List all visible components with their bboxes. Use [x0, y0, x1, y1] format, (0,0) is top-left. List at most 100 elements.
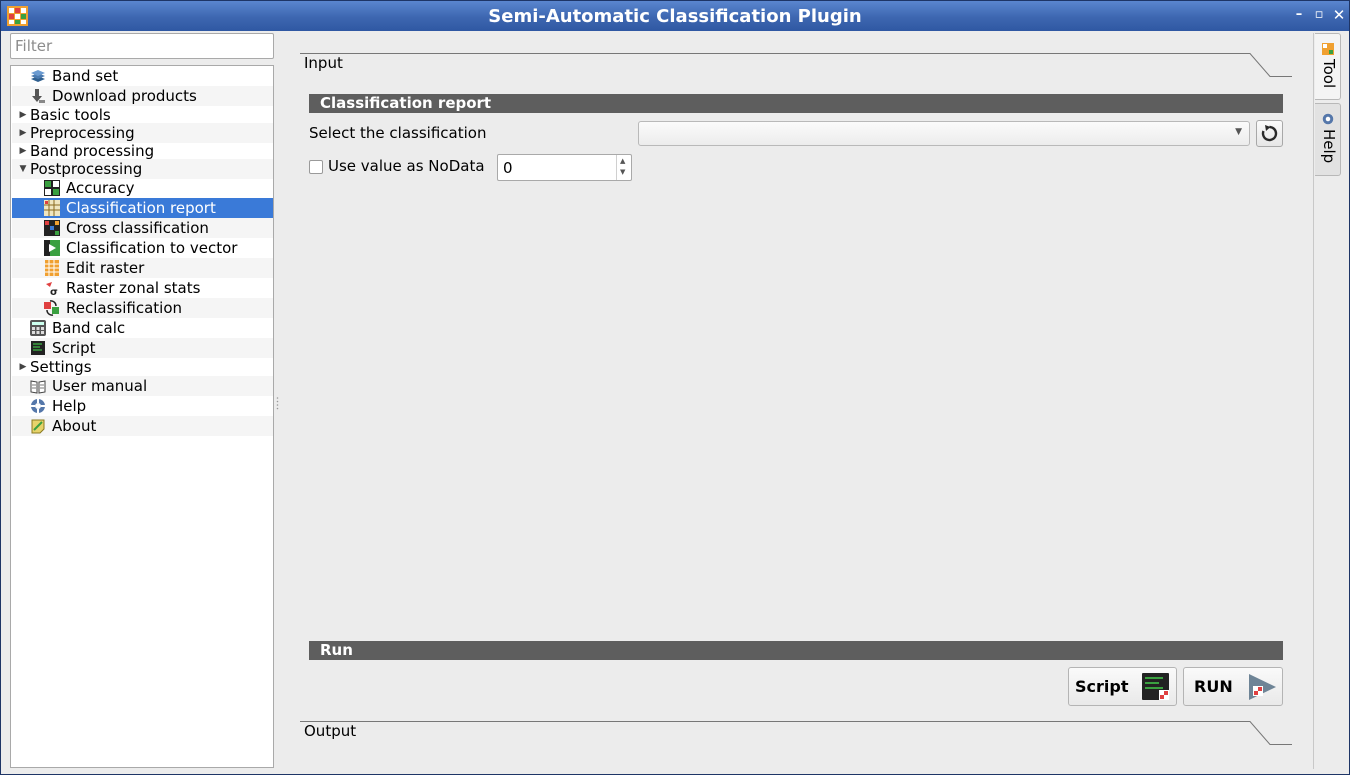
- input-group-label: Input: [304, 54, 343, 72]
- tree-group-settings[interactable]: ▶ Settings: [12, 357, 273, 377]
- tab-tool[interactable]: Tool: [1315, 33, 1341, 100]
- group-frame-line: [300, 53, 1292, 77]
- tree-item-label: Accuracy: [66, 179, 135, 197]
- output-group-label: Output: [304, 722, 357, 740]
- tree-group-basic-tools[interactable]: ▶ Basic tools: [12, 105, 273, 125]
- about-icon: [31, 419, 45, 434]
- svg-text:σ: σ: [50, 287, 58, 296]
- main-window: Semi-Automatic Classification Plugin – ▫…: [0, 0, 1350, 775]
- spin-down-icon[interactable]: ▼: [620, 168, 625, 176]
- select-classification-label: Select the classification: [309, 124, 487, 142]
- window-title: Semi-Automatic Classification Plugin: [488, 5, 862, 27]
- filter-input[interactable]: [10, 33, 274, 59]
- nodata-label: Use value as NoData: [328, 157, 485, 175]
- tree-item-about[interactable]: About: [12, 416, 273, 436]
- tree-item-band-calc[interactable]: Band calc: [12, 318, 273, 338]
- user-manual-icon: [30, 380, 46, 394]
- help-tab-icon: [1322, 113, 1334, 125]
- maximize-icon[interactable]: ▫: [1311, 7, 1327, 23]
- run-button[interactable]: RUN: [1183, 667, 1283, 706]
- tree-item-accuracy[interactable]: Accuracy: [12, 178, 273, 198]
- spin-up-icon[interactable]: ▲: [620, 157, 625, 165]
- tree-item-label: Settings: [30, 358, 92, 376]
- band-set-icon: [31, 70, 45, 82]
- chevron-down-icon[interactable]: ▼: [1235, 127, 1242, 137]
- script-button[interactable]: Script: [1068, 667, 1177, 706]
- close-icon[interactable]: ✕: [1331, 7, 1347, 23]
- app-icon: [7, 6, 28, 26]
- chevron-right-icon[interactable]: ▶: [16, 146, 30, 156]
- tree-item-label: Download products: [52, 87, 197, 105]
- tree-item-label: Band calc: [52, 319, 126, 337]
- splitter-handle[interactable]: [276, 396, 279, 410]
- tree-item-script[interactable]: Script: [12, 338, 273, 358]
- script-icon: [31, 341, 45, 355]
- tree-item-label: Help: [52, 397, 87, 415]
- nodata-value: 0: [503, 159, 513, 177]
- tree-item-label: Band set: [52, 67, 119, 85]
- tree-item-edit-raster[interactable]: Edit raster: [12, 258, 273, 278]
- tab-tool-label: Tool: [1320, 59, 1338, 89]
- input-group[interactable]: Input: [300, 53, 1292, 77]
- tree-item-label: Reclassification: [66, 299, 183, 317]
- tree-item-label: Raster zonal stats: [66, 279, 201, 297]
- chevron-right-icon[interactable]: ▶: [16, 362, 30, 372]
- chevron-right-icon[interactable]: ▶: [16, 110, 30, 120]
- refresh-button[interactable]: [1256, 120, 1283, 147]
- tree-item-label: Classification report: [66, 199, 216, 217]
- tree-item-help[interactable]: Help: [12, 396, 273, 416]
- tree-item-label: Script: [52, 339, 96, 357]
- tree-item-user-manual[interactable]: User manual: [12, 376, 273, 396]
- tree-item-cross-classification[interactable]: Cross classification: [12, 218, 273, 238]
- reclassification-icon: [44, 300, 59, 316]
- tree-group-preprocessing[interactable]: ▶ Preprocessing: [12, 123, 273, 143]
- classification-report-icon: [44, 200, 60, 216]
- script-icon: [1142, 673, 1169, 700]
- tree-item-classification-to-vector[interactable]: Classification to vector: [12, 238, 273, 258]
- download-icon: [32, 89, 45, 103]
- classification-combobox[interactable]: ▼: [638, 121, 1250, 146]
- minimize-icon[interactable]: –: [1291, 7, 1307, 23]
- title-bar[interactable]: Semi-Automatic Classification Plugin – ▫…: [1, 1, 1349, 31]
- band-calc-icon: [30, 320, 46, 336]
- nodata-spinbox[interactable]: 0 ▲ ▼: [497, 154, 632, 181]
- tree-item-label: Edit raster: [66, 259, 145, 277]
- tree-item-raster-zonal-stats[interactable]: σ Raster zonal stats: [12, 278, 273, 298]
- tree-item-classification-report[interactable]: Classification report: [12, 198, 273, 218]
- script-button-label: Script: [1075, 677, 1129, 696]
- tree-item-label: Postprocessing: [30, 160, 143, 178]
- tree-item-label: User manual: [52, 377, 148, 395]
- tree-item-reclassification[interactable]: Reclassification: [12, 298, 273, 318]
- tree-item-label: About: [52, 417, 97, 435]
- tree-group-postprocessing[interactable]: ▼ Postprocessing: [12, 159, 273, 179]
- spin-buttons: ▲ ▼: [616, 155, 631, 180]
- tree-item-download-products[interactable]: Download products: [12, 86, 273, 106]
- help-icon: [31, 399, 45, 413]
- group-frame-line: [300, 721, 1292, 745]
- tree-item-band-set[interactable]: Band set: [12, 66, 273, 86]
- edit-raster-icon: [45, 260, 59, 276]
- classification-to-vector-icon: [44, 240, 60, 256]
- run-button-label: RUN: [1194, 677, 1233, 696]
- tool-tree[interactable]: Band set Download products ▶ Basic tools…: [10, 65, 274, 768]
- tree-item-label: Band processing: [30, 142, 155, 160]
- chevron-down-icon[interactable]: ▼: [16, 164, 30, 174]
- tab-help[interactable]: Help: [1315, 103, 1341, 176]
- tab-help-label: Help: [1320, 129, 1338, 164]
- tree-item-label: Preprocessing: [30, 124, 135, 142]
- cross-classification-icon: [44, 220, 60, 236]
- tool-tab-icon: [1322, 43, 1334, 55]
- dock-tab-bar: Tool Help: [1313, 33, 1343, 769]
- tree-group-band-processing[interactable]: ▶ Band processing: [12, 141, 273, 161]
- tree-item-label: Cross classification: [66, 219, 209, 237]
- run-icon: [1249, 674, 1276, 700]
- chevron-right-icon[interactable]: ▶: [16, 128, 30, 138]
- accuracy-icon: [44, 180, 60, 196]
- refresh-icon: [1261, 125, 1278, 142]
- classification-report-header: Classification report: [309, 94, 1283, 113]
- tree-item-label: Basic tools: [30, 106, 111, 124]
- run-header: Run: [309, 641, 1283, 660]
- nodata-checkbox[interactable]: [309, 160, 323, 174]
- tree-item-label: Classification to vector: [66, 239, 238, 257]
- output-group[interactable]: Output: [300, 721, 1292, 745]
